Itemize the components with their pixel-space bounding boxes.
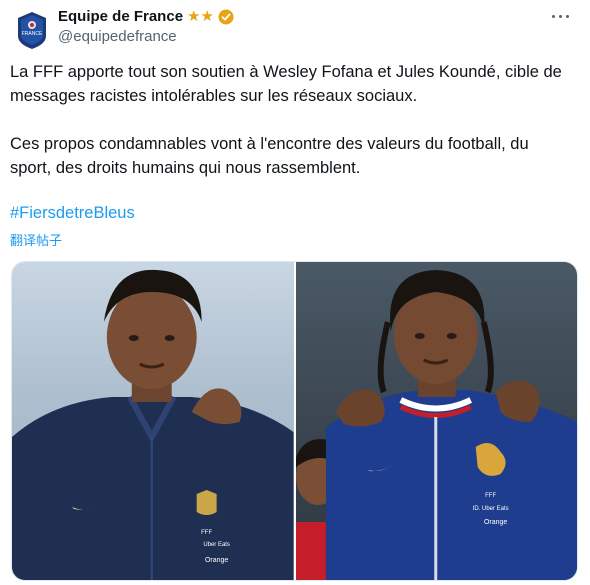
more-options-icon[interactable]	[550, 10, 572, 24]
hashtag-link[interactable]: #FiersdetreBleus	[10, 204, 135, 223]
post-paragraph-1: La FFF apporte tout son soutien à Wesley…	[10, 63, 562, 105]
fff-crest-icon: FRANCE	[18, 12, 46, 49]
right-shirt-sponsor: ID. Uber Eats	[472, 506, 508, 512]
post-paragraph-2: Ces propos condamnables vont à l'encontr…	[10, 135, 529, 177]
player-left-illustration: FFF Uber Eats Orange	[12, 269, 294, 580]
star-badges: ★★	[187, 8, 214, 25]
left-shirt-fff: FFF	[201, 530, 212, 536]
avatar-label: FRANCE	[22, 31, 43, 37]
account-avatar[interactable]: FRANCE	[16, 10, 48, 50]
photo-right[interactable]: FFF ID. Uber Eats Orange	[295, 262, 577, 580]
account-name[interactable]: Equipe de France	[58, 8, 183, 25]
right-shirt-fff: FFF	[485, 493, 496, 499]
media-grid: FFF Uber Eats Orange FFF ID. Uber Eats O…	[11, 261, 578, 581]
left-shirt-orange: Orange	[205, 557, 228, 564]
name-row: Equipe de France ★★	[58, 8, 234, 25]
photo-left[interactable]: FFF Uber Eats Orange	[12, 262, 294, 580]
verified-badge-icon	[218, 9, 234, 24]
right-shirt-orange: Orange	[484, 519, 507, 526]
player-right-illustration: FFF ID. Uber Eats Orange	[295, 270, 577, 580]
account-handle[interactable]: @equipedefrance	[58, 28, 177, 45]
translate-post-link[interactable]: 翻译帖子	[10, 230, 62, 249]
left-shirt-sponsor: Uber Eats	[203, 542, 230, 548]
tweet-header: FRANCE Equipe de France ★★ @equipedefran…	[10, 8, 580, 50]
